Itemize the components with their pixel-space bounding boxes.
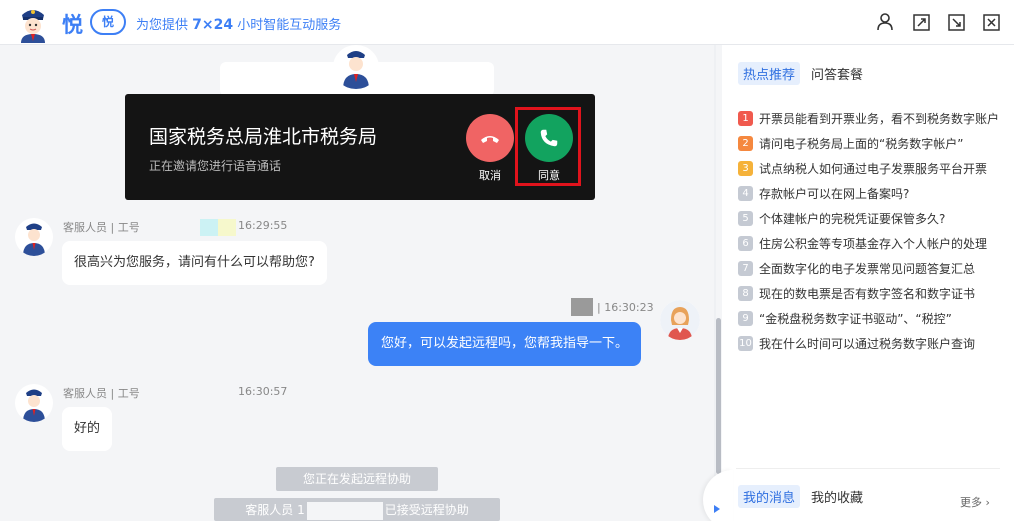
- rank-badge: 9: [738, 311, 753, 326]
- call-caller-name: 国家税务总局淮北市税务局: [149, 126, 378, 148]
- call-status: 正在邀请您进行语音通话: [149, 159, 282, 173]
- tab-qa-package[interactable]: 问答套餐: [806, 62, 868, 85]
- hot-question-text[interactable]: 试点纳税人如何通过电子发票服务平台开票: [759, 160, 999, 177]
- hot-question-text[interactable]: 请问电子税务局上面的“税务数字帐户”: [759, 135, 999, 152]
- logo-badge: 悦: [90, 9, 126, 35]
- agent-avatar: [15, 218, 53, 256]
- hot-question-item[interactable]: 1 开票员能看到开票业务，看不到税务数字账户: [738, 106, 1000, 131]
- more-link[interactable]: 更多 ›: [960, 494, 990, 510]
- hot-question-item[interactable]: 7 全面数字化的电子发票常见问题答复汇总: [738, 256, 1000, 281]
- user-icon[interactable]: [875, 12, 895, 32]
- decline-label[interactable]: 取消: [466, 167, 514, 183]
- hot-question-item[interactable]: 2 请问电子税务局上面的“税务数字帐户”: [738, 131, 1000, 156]
- rank-badge: 3: [738, 161, 753, 176]
- hot-question-item[interactable]: 5 个体建帐户的完税凭证要保管多久?: [738, 206, 1000, 231]
- rank-badge: 5: [738, 211, 753, 226]
- rank-badge: 1: [738, 111, 753, 126]
- hot-question-item[interactable]: 10 我在什么时间可以通过税务数字账户查询: [738, 331, 1000, 356]
- tab-my-messages[interactable]: 我的消息: [738, 485, 801, 508]
- hot-question-text[interactable]: 个体建帐户的完税凭证要保管多久?: [759, 210, 999, 227]
- hot-question-item[interactable]: 3 试点纳税人如何通过电子发票服务平台开票: [738, 156, 1000, 181]
- hot-question-text[interactable]: 开票员能看到开票业务，看不到税务数字账户: [759, 110, 999, 127]
- masked-id-block: [218, 219, 236, 236]
- message-time: | 16:30:23: [597, 301, 654, 314]
- tab-my-favorites[interactable]: 我的收藏: [806, 485, 868, 508]
- logo-text: 悦: [62, 13, 83, 37]
- masked-id-block: [200, 219, 218, 236]
- agent-avatar-top: [333, 45, 379, 89]
- hot-question-item[interactable]: 8 现在的数电票是否有数字签名和数字证书: [738, 281, 1000, 306]
- message-sender: 客服人员 | 工号: [63, 387, 140, 400]
- user-avatar: [660, 300, 700, 340]
- chat-scrollbar[interactable]: [716, 318, 721, 474]
- tab-hot-recommend[interactable]: 热点推荐: [738, 62, 801, 85]
- top-header: 悦 悦 为您提供 7×24 小时智能互动服务: [0, 0, 1014, 45]
- agent-message-bubble: 好的: [62, 407, 113, 451]
- masked-id-block: [306, 501, 383, 520]
- service-tagline: 为您提供 7×24 小时智能互动服务: [136, 14, 341, 33]
- play-arrow-icon: [714, 505, 720, 513]
- rank-badge: 4: [738, 186, 753, 201]
- bottom-tabs: 我的消息 我的收藏: [738, 485, 868, 508]
- message-time: 16:29:55: [238, 219, 288, 232]
- hot-question-text[interactable]: 全面数字化的电子发票常见问题答复汇总: [759, 260, 999, 277]
- accept-highlight-box: [515, 107, 581, 186]
- rank-badge: 10: [738, 336, 753, 351]
- tagline-prefix: 为您提供: [136, 18, 193, 33]
- panel-tabs: 热点推荐 问答套餐: [738, 62, 868, 85]
- message-time: 16:30:57: [238, 385, 288, 398]
- mascot-logo-icon: [21, 10, 45, 43]
- hot-question-item[interactable]: 4 存款帐户可以在网上备案吗?: [738, 181, 1000, 206]
- panel-divider: [736, 468, 1000, 469]
- hot-question-item[interactable]: 9 “金税盘税务数字证书驱动”、“税控”: [738, 306, 1000, 331]
- message-sender: 客服人员 | 工号: [63, 221, 140, 234]
- system-notice: 您正在发起远程协助: [276, 467, 438, 491]
- agent-avatar: [15, 384, 53, 422]
- notice-agent-prefix: 客服人员 1: [245, 503, 305, 517]
- tagline-suffix: 小时智能互动服务: [233, 18, 342, 33]
- close-icon[interactable]: [981, 12, 1001, 32]
- hot-question-item[interactable]: 6 住房公积金等专项基金存入个人帐户的处理: [738, 231, 1000, 256]
- hang-up-icon: [481, 136, 499, 143]
- rank-badge: 2: [738, 136, 753, 151]
- hot-question-text[interactable]: 我在什么时间可以通过税务数字账户查询: [759, 335, 999, 352]
- rank-badge: 8: [738, 286, 753, 301]
- notice-accept-suffix: 已接受远程协助: [384, 503, 469, 517]
- hot-question-text[interactable]: “金税盘税务数字证书驱动”、“税控”: [759, 310, 999, 327]
- system-notice: 客服人员 1 已接受远程协助: [214, 498, 500, 521]
- hot-question-text[interactable]: 存款帐户可以在网上备案吗?: [759, 185, 999, 202]
- exit-fullscreen-icon[interactable]: [946, 12, 966, 32]
- rank-badge: 7: [738, 261, 753, 276]
- more-label[interactable]: 更多: [960, 496, 982, 509]
- chevron-right-icon: ›: [985, 496, 990, 509]
- masked-name-block: [571, 298, 593, 316]
- hot-question-text[interactable]: 现在的数电票是否有数字签名和数字证书: [759, 285, 999, 302]
- decline-call-button[interactable]: [466, 114, 514, 162]
- hot-question-list: 1 开票员能看到开票业务，看不到税务数字账户 2 请问电子税务局上面的“税务数字帐户”…: [738, 106, 1000, 356]
- rank-badge: 6: [738, 236, 753, 251]
- user-message-bubble: 您好，可以发起远程吗，您帮我指导一下。: [368, 322, 642, 366]
- hot-question-text[interactable]: 住房公积金等专项基金存入个人帐户的处理: [759, 235, 999, 252]
- agent-message-bubble: 很高兴为您服务，请问有什么可以帮助您?: [62, 241, 327, 285]
- voice-call-invite: 国家税务总局淮北市税务局 正在邀请您进行语音通话 取消 同意: [125, 94, 595, 200]
- expand-icon[interactable]: [911, 12, 931, 32]
- tagline-highlight: 7×24: [192, 17, 234, 33]
